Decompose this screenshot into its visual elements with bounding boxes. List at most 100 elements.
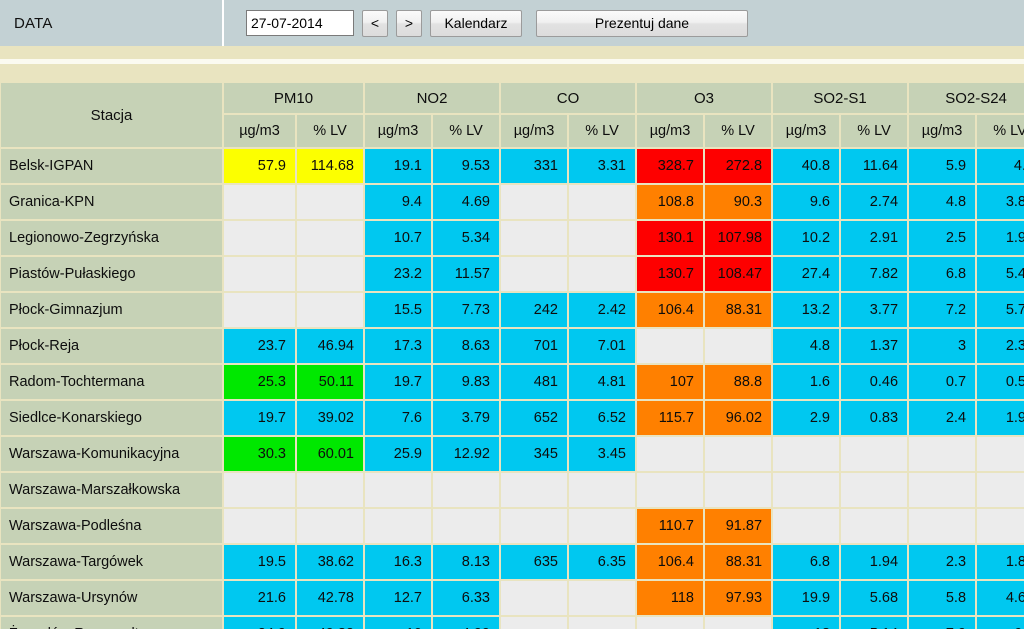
data-cell: 9.6 xyxy=(773,185,840,219)
data-cell: 0.83 xyxy=(841,401,908,435)
data-cell xyxy=(365,509,431,543)
data-cell: 7.6 xyxy=(365,401,431,435)
calendar-button[interactable]: Kalendarz xyxy=(430,9,522,37)
data-cell: 118 xyxy=(637,581,703,615)
data-cell: 46.94 xyxy=(297,329,363,363)
data-cell: 652 xyxy=(501,401,567,435)
data-cell: 6.35 xyxy=(569,545,635,579)
station-name-cell: Legionowo-Zegrzyńska xyxy=(1,221,222,255)
data-cell: 23.7 xyxy=(224,329,295,363)
data-cell xyxy=(841,437,908,471)
data-cell xyxy=(297,221,363,255)
data-cell xyxy=(297,293,363,327)
data-cell: 3 xyxy=(909,329,976,363)
data-cell: 2.4 xyxy=(909,401,976,435)
data-cell: 57.9 xyxy=(224,149,295,183)
data-cell xyxy=(637,617,703,629)
data-cell: 4.81 xyxy=(569,365,635,399)
data-cell xyxy=(569,257,635,291)
data-cell xyxy=(501,473,567,507)
air-quality-table: Stacja PM10 NO2 CO O3 SO2-S1 SO2-S24 µg/… xyxy=(0,82,1024,629)
data-cell: 5.42 xyxy=(977,257,1024,291)
data-cell: 2.9 xyxy=(773,401,840,435)
next-day-button[interactable]: > xyxy=(396,9,422,37)
data-cell: 2.3 xyxy=(909,545,976,579)
data-cell xyxy=(224,509,295,543)
header-so2-s24: SO2-S24 xyxy=(909,83,1024,113)
data-cell: 272.8 xyxy=(705,149,772,183)
data-cell: 60.01 xyxy=(297,437,363,471)
data-cell: 6.8 xyxy=(909,257,976,291)
data-cell: 9.4 xyxy=(365,185,431,219)
data-cell: 38.62 xyxy=(297,545,363,579)
date-input[interactable] xyxy=(246,10,354,36)
data-cell: 19.7 xyxy=(365,365,431,399)
data-cell xyxy=(224,293,295,327)
data-cell: 7.2 xyxy=(909,293,976,327)
data-cell xyxy=(569,509,635,543)
data-cell: 5.34 xyxy=(433,221,499,255)
data-cell: 50.11 xyxy=(297,365,363,399)
data-cell: 10.7 xyxy=(365,221,431,255)
data-cell: 39.02 xyxy=(297,401,363,435)
data-cell: 6.8 xyxy=(773,545,840,579)
table-header: Stacja PM10 NO2 CO O3 SO2-S1 SO2-S24 µg/… xyxy=(1,83,1024,147)
data-cell: 114.68 xyxy=(297,149,363,183)
data-cell: 331 xyxy=(501,149,567,183)
data-cell: 15.5 xyxy=(365,293,431,327)
data-cell xyxy=(569,185,635,219)
data-cell xyxy=(501,257,567,291)
data-cell: 107.98 xyxy=(705,221,772,255)
header-unit-pm10-ugm3: µg/m3 xyxy=(224,115,295,147)
data-cell: 16.3 xyxy=(365,545,431,579)
data-cell: 4.62 xyxy=(977,581,1024,615)
data-cell: 2.74 xyxy=(841,185,908,219)
data-cell: 5.9 xyxy=(909,149,976,183)
table-row: Warszawa-Ursynów 21.6 42.78 12.7 6.33 118 97.9… xyxy=(1,581,1024,615)
previous-day-button[interactable]: < xyxy=(362,9,388,37)
station-name-cell: Płock-Gimnazjum xyxy=(1,293,222,327)
data-cell: 8.63 xyxy=(433,329,499,363)
data-cell: 115.7 xyxy=(637,401,703,435)
data-cell: 88.8 xyxy=(705,365,772,399)
data-cell: 4.8 xyxy=(909,185,976,219)
station-name-cell: Warszawa-Targówek xyxy=(1,545,222,579)
present-data-button[interactable]: Prezentuj dane xyxy=(536,9,748,37)
data-table-container[interactable]: Stacja PM10 NO2 CO O3 SO2-S1 SO2-S24 µg/… xyxy=(0,82,1024,629)
data-cell xyxy=(224,221,295,255)
separator-band xyxy=(0,46,1024,82)
data-cell: 1.37 xyxy=(841,329,908,363)
header-unit-o3-ugm3: µg/m3 xyxy=(637,115,703,147)
station-name-cell: Płock-Reja xyxy=(1,329,222,363)
data-cell: 3.83 xyxy=(977,185,1024,219)
station-name-cell: Granica-KPN xyxy=(1,185,222,219)
data-cell: 3.77 xyxy=(841,293,908,327)
data-cell: 42.78 xyxy=(297,581,363,615)
data-cell: 2.39 xyxy=(977,329,1024,363)
data-cell: 106.4 xyxy=(637,545,703,579)
data-cell: 701 xyxy=(501,329,567,363)
data-cell xyxy=(224,185,295,219)
data-cell xyxy=(977,473,1024,507)
header-unit-no2-ugm3: µg/m3 xyxy=(365,115,431,147)
data-cell: 19.7 xyxy=(224,401,295,435)
table-row: Belsk-IGPAN 57.9 114.68 19.1 9.53 331 3.31 328.… xyxy=(1,149,1024,183)
header-unit-o3-pctlv: % LV xyxy=(705,115,772,147)
data-cell xyxy=(841,473,908,507)
data-cell: 7.01 xyxy=(569,329,635,363)
data-cell: 1.94 xyxy=(841,545,908,579)
data-cell: 11.57 xyxy=(433,257,499,291)
data-cell: 4.99 xyxy=(433,617,499,629)
header-row-groups: Stacja PM10 NO2 CO O3 SO2-S1 SO2-S24 xyxy=(1,83,1024,147)
data-cell: 19.9 xyxy=(773,581,840,615)
data-cell: 0.46 xyxy=(841,365,908,399)
data-cell xyxy=(501,221,567,255)
data-cell xyxy=(501,617,567,629)
data-cell xyxy=(705,329,772,363)
data-cell: 4.8 xyxy=(773,329,840,363)
data-cell: 5.14 xyxy=(841,617,908,629)
data-cell: 90.3 xyxy=(705,185,772,219)
table-row: Radom-Tochtermana 25.3 50.11 19.7 9.83 481 4.8… xyxy=(1,365,1024,399)
data-cell: 1.6 xyxy=(773,365,840,399)
data-cell: 13.2 xyxy=(773,293,840,327)
